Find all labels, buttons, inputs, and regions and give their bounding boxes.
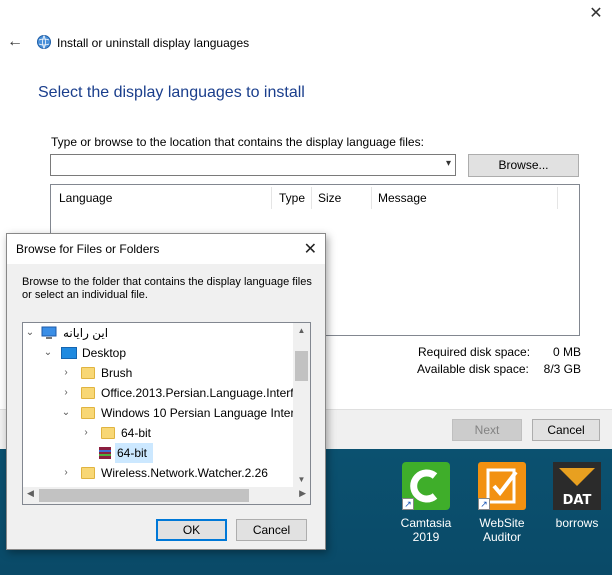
desktop-icon-label: WebSite bbox=[479, 516, 525, 530]
close-icon[interactable]: ✕ bbox=[586, 4, 606, 24]
camtasia-icon: ↗ bbox=[402, 462, 450, 510]
tree-item-label: این رایانه bbox=[63, 326, 109, 340]
svg-text:DAT: DAT bbox=[563, 493, 592, 508]
desktop-icon-label: Auditor bbox=[482, 530, 522, 544]
archive-icon bbox=[99, 447, 111, 459]
tree-item-label: 64-bit bbox=[117, 446, 148, 460]
available-disk-label: Available disk space: bbox=[417, 362, 529, 376]
shortcut-arrow-icon: ↗ bbox=[402, 498, 414, 510]
chevron-right-icon[interactable]: › bbox=[81, 423, 91, 443]
desktop-icon-label: 2019 bbox=[412, 530, 440, 544]
desktop-icon-camtasia[interactable]: ↗ Camtasia 2019 bbox=[390, 462, 462, 544]
desktop-icon-label: Camtasia bbox=[400, 516, 452, 530]
folder-icon bbox=[81, 387, 95, 399]
scrollbar-thumb[interactable] bbox=[39, 489, 249, 502]
folder-icon bbox=[81, 367, 95, 379]
chevron-down-icon[interactable]: ⌄ bbox=[25, 323, 35, 343]
tree-item-office-language[interactable]: › Office.2013.Persian.Language.Interfa bbox=[23, 383, 293, 403]
chevron-right-icon[interactable]: › bbox=[61, 463, 71, 483]
available-disk-value: 8/3 GB bbox=[543, 362, 581, 376]
cancel-button[interactable]: Cancel bbox=[532, 419, 600, 441]
desktop-icon-website-auditor[interactable]: ↗ WebSite Auditor bbox=[466, 462, 538, 544]
required-disk-value: 0 MB bbox=[552, 345, 581, 359]
tree-item-selected-label[interactable]: 64-bit bbox=[115, 443, 153, 463]
column-divider bbox=[371, 187, 372, 209]
required-disk-label: Required disk space: bbox=[418, 345, 531, 359]
shortcut-arrow-icon: ↗ bbox=[478, 498, 490, 510]
scrollbar-thumb[interactable] bbox=[295, 351, 308, 381]
dialog-description: Browse to the folder that contains the d… bbox=[22, 276, 312, 301]
page-heading: Select the display languages to install bbox=[38, 84, 305, 101]
chevron-down-icon[interactable]: ⌄ bbox=[61, 403, 71, 423]
location-combobox[interactable]: ▾ bbox=[50, 154, 456, 176]
tree-item-windows-language[interactable]: ⌄ Windows 10 Persian Language Interf bbox=[23, 403, 293, 423]
dialog-title: Browse for Files or Folders bbox=[16, 242, 160, 256]
tree-item-label: Brush bbox=[101, 366, 133, 380]
chevron-down-icon[interactable]: ▾ bbox=[446, 158, 451, 169]
column-header-language[interactable]: Language bbox=[59, 191, 112, 205]
chevron-right-icon[interactable]: › bbox=[61, 363, 71, 383]
tree-item-label: 64-bit bbox=[121, 426, 152, 440]
dialog-cancel-button[interactable]: Cancel bbox=[236, 519, 307, 541]
next-button[interactable]: Next bbox=[452, 419, 522, 441]
dat-file-icon: DAT bbox=[553, 462, 601, 510]
website-auditor-icon: ↗ bbox=[478, 462, 526, 510]
tree-item-desktop[interactable]: ⌄ Desktop bbox=[23, 343, 293, 363]
vertical-scrollbar[interactable]: ▲ ▼ bbox=[293, 323, 310, 487]
scroll-up-icon[interactable]: ▲ bbox=[293, 326, 310, 335]
horizontal-scrollbar[interactable]: ◀ ▶ bbox=[23, 487, 310, 504]
chevron-right-icon[interactable]: › bbox=[61, 383, 71, 403]
tree-item-label: Office.2013.Persian.Language.Interfa bbox=[101, 386, 293, 400]
tree-item-label: Windows 10 Persian Language Interf bbox=[101, 406, 293, 420]
computer-icon bbox=[41, 326, 57, 339]
desktop-folder-icon bbox=[61, 347, 77, 359]
tree-item-label: Wireless.Network.Watcher.2.26 bbox=[101, 466, 268, 480]
browse-dialog: Browse for Files or Folders ✕ Browse to … bbox=[6, 233, 326, 550]
globe-icon bbox=[37, 35, 51, 49]
column-header-message[interactable]: Message bbox=[378, 191, 427, 205]
tree-item-wireless-watcher[interactable]: › Wireless.Network.Watcher.2.26 bbox=[23, 463, 293, 483]
tree-item-brush[interactable]: › Brush bbox=[23, 363, 293, 383]
browse-button[interactable]: Browse... bbox=[468, 154, 579, 177]
scroll-down-icon[interactable]: ▼ bbox=[293, 475, 310, 484]
back-arrow-icon[interactable]: ← bbox=[7, 33, 23, 51]
desktop-icon-borrows[interactable]: DAT borrows bbox=[541, 462, 612, 530]
column-header-type[interactable]: Type bbox=[279, 191, 305, 205]
column-header-size[interactable]: Size bbox=[318, 191, 341, 205]
dialog-titlebar[interactable]: Browse for Files or Folders ✕ bbox=[7, 234, 325, 264]
ok-button[interactable]: OK bbox=[156, 519, 227, 541]
desktop-icon-label: borrows bbox=[555, 516, 599, 530]
column-divider bbox=[311, 187, 312, 209]
scroll-left-icon[interactable]: ◀ bbox=[27, 488, 34, 499]
tree-item-label: Desktop bbox=[82, 346, 127, 360]
folder-icon bbox=[81, 407, 95, 419]
tree-item-64bit-folder[interactable]: › 64-bit bbox=[23, 423, 293, 443]
folder-icon bbox=[101, 427, 115, 439]
column-divider bbox=[557, 187, 558, 209]
scroll-right-icon[interactable]: ▶ bbox=[299, 488, 306, 499]
window-title: Install or uninstall display languages bbox=[57, 36, 250, 50]
close-icon[interactable]: ✕ bbox=[304, 239, 317, 259]
tree-item-this-pc[interactable]: ⌄ این رایانه bbox=[23, 323, 293, 343]
column-divider bbox=[271, 187, 272, 209]
chevron-down-icon[interactable]: ⌄ bbox=[43, 343, 53, 363]
folder-tree[interactable]: ⌄ این رایانه ⌄ Desktop › Brush › Office.… bbox=[22, 322, 311, 505]
location-label: Type or browse to the location that cont… bbox=[51, 135, 424, 149]
folder-icon bbox=[81, 467, 95, 479]
